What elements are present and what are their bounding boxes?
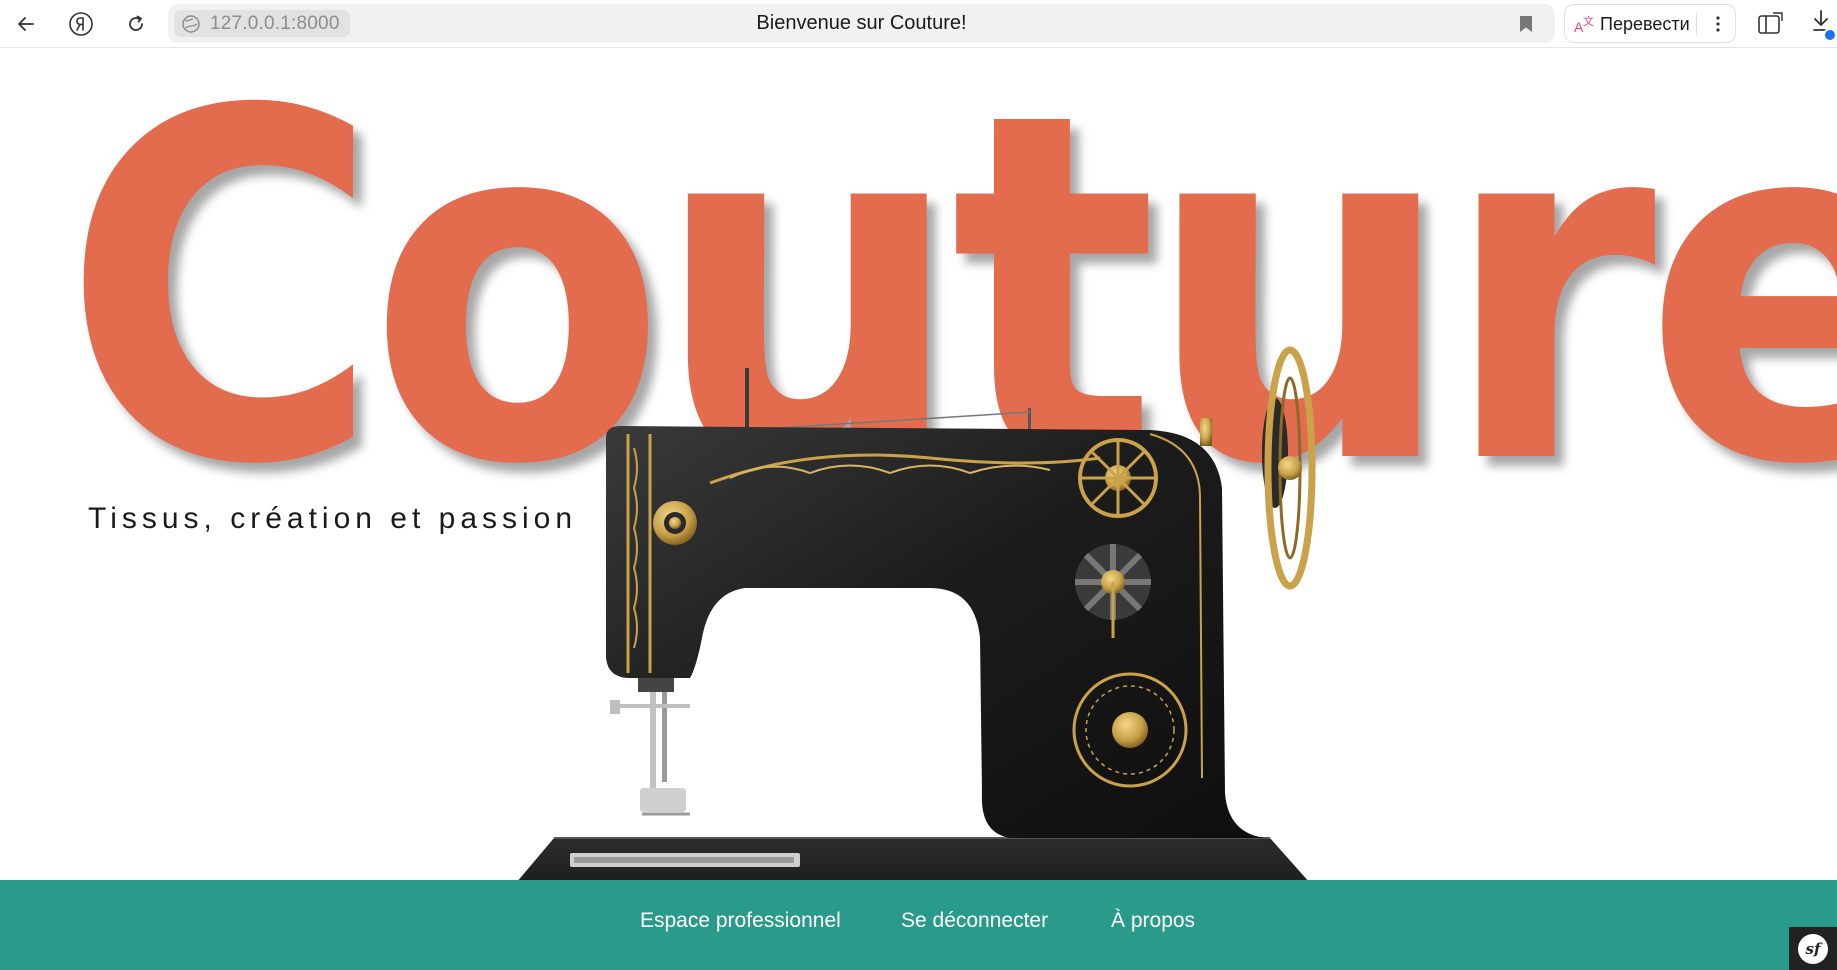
address-bar[interactable]: 127.0.0.1:8000 Bienvenue sur Couture! — [168, 4, 1555, 43]
arrow-left-icon — [18, 17, 34, 31]
reload-button[interactable] — [118, 6, 154, 42]
footer-nav: Espace professionnel Se déconnecter À pr… — [0, 880, 1837, 970]
downloads-badge — [1823, 28, 1837, 42]
nav-link-espace-professionnel[interactable]: Espace professionnel — [640, 909, 841, 933]
downloads-button[interactable] — [1812, 8, 1837, 42]
globe-icon — [180, 13, 202, 35]
symfony-logo-icon: sf — [1798, 933, 1828, 964]
browser-toolbar: 127.0.0.1:8000 Bienvenue sur Couture! A … — [0, 0, 1837, 48]
symfony-logo-text: sf — [1805, 939, 1821, 958]
translate-icon: A 文 — [1573, 12, 1597, 36]
svg-text:文: 文 — [1583, 14, 1594, 28]
nav-link-a-propos[interactable]: À propos — [1111, 909, 1195, 933]
nav-link-se-deconnecter[interactable]: Se déconnecter — [901, 909, 1048, 933]
page-title: Bienvenue sur Couture! — [756, 12, 967, 34]
translate-label: Перевести — [1600, 13, 1690, 34]
reload-icon — [129, 15, 143, 31]
sidebar-toggle-icon[interactable] — [1754, 8, 1786, 40]
translate-group: A 文 Перевести — [1564, 4, 1736, 43]
symfony-debug-toolbar-button[interactable]: sf — [1789, 927, 1837, 970]
back-button[interactable] — [8, 6, 44, 42]
translate-button[interactable]: A 文 Перевести — [1573, 11, 1690, 37]
sewing-machine-image — [518, 346, 1316, 880]
bookmark-icon[interactable] — [1515, 13, 1537, 35]
divider — [1696, 13, 1697, 35]
url-text: 127.0.0.1:8000 — [210, 12, 340, 34]
yandex-logo-icon — [69, 12, 93, 36]
kebab-menu-icon[interactable] — [1705, 11, 1731, 37]
yandex-home-button[interactable] — [63, 6, 99, 42]
site-info-chip[interactable]: 127.0.0.1:8000 — [174, 10, 350, 37]
hero-section: Couture Tissus, création et passion — [0, 48, 1837, 880]
hero-tagline: Tissus, création et passion — [88, 502, 578, 535]
